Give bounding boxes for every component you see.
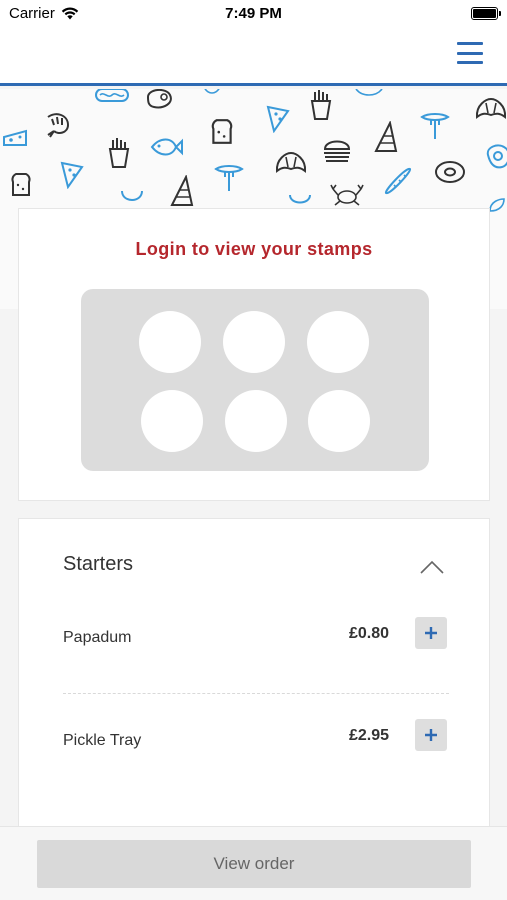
fries-icon (310, 90, 332, 120)
toast-icon (211, 119, 233, 144)
baguette-icon (384, 168, 412, 194)
cupcake-icon (355, 89, 383, 96)
sausage-fork-icon (420, 113, 450, 139)
bread-icon (204, 89, 220, 94)
cup-icon (121, 190, 143, 201)
stamps-login-prompt[interactable]: Login to view your stamps (19, 239, 489, 260)
fries-icon (108, 138, 130, 168)
status-time: 7:49 PM (225, 5, 282, 22)
crab-icon (330, 184, 364, 206)
hotdog-icon (95, 89, 129, 102)
stamps-card: Login to view your stamps (18, 208, 490, 501)
stamp-slot (141, 390, 203, 452)
section-title[interactable]: Starters (63, 553, 133, 576)
sandwich-icon (170, 175, 194, 206)
croissant-icon (275, 151, 307, 173)
item-divider (63, 693, 449, 694)
stamp-slot (225, 390, 287, 452)
stamp-slot (139, 311, 201, 373)
menu-item-price: £2.95 (348, 727, 389, 744)
donut-icon (435, 161, 465, 183)
bottom-bar: View order (0, 826, 507, 900)
toast-icon (11, 173, 31, 196)
burger-icon (323, 140, 351, 162)
plus-icon (425, 729, 437, 741)
add-item-button[interactable] (415, 617, 447, 649)
fried-egg-icon (486, 144, 507, 169)
nav-bar (0, 26, 507, 86)
sausage-fork-icon (214, 165, 244, 191)
pizza-slice-icon (60, 161, 84, 189)
fish-icon (150, 138, 183, 156)
menu-item-price: £0.80 (348, 625, 389, 642)
add-item-button[interactable] (415, 719, 447, 751)
status-bar: Carrier 7:49 PM (0, 0, 507, 26)
steak-icon (146, 89, 172, 109)
stamp-panel (81, 289, 429, 471)
pizza-slice-icon (266, 105, 290, 133)
menu-item-name: Papadum (63, 629, 132, 646)
chevron-up-icon[interactable] (419, 559, 445, 575)
menu-item-name: Pickle Tray (63, 732, 142, 749)
stamp-slot (223, 311, 285, 373)
croissant-icon (475, 97, 507, 119)
sandwich-icon (374, 121, 398, 152)
menu-section-card: Starters Papadum £0.80 Pickle Tray £2.95 (18, 518, 490, 848)
battery-icon (471, 7, 501, 20)
bowl-icon (289, 194, 311, 204)
hamburger-menu-icon[interactable] (457, 42, 483, 64)
cheese-icon (3, 129, 27, 146)
view-order-button[interactable]: View order (37, 840, 471, 888)
leaf-icon (489, 198, 505, 212)
stamp-slot (308, 390, 370, 452)
plus-icon (425, 627, 437, 639)
shrimp-icon (47, 113, 70, 138)
stamp-slot (307, 311, 369, 373)
